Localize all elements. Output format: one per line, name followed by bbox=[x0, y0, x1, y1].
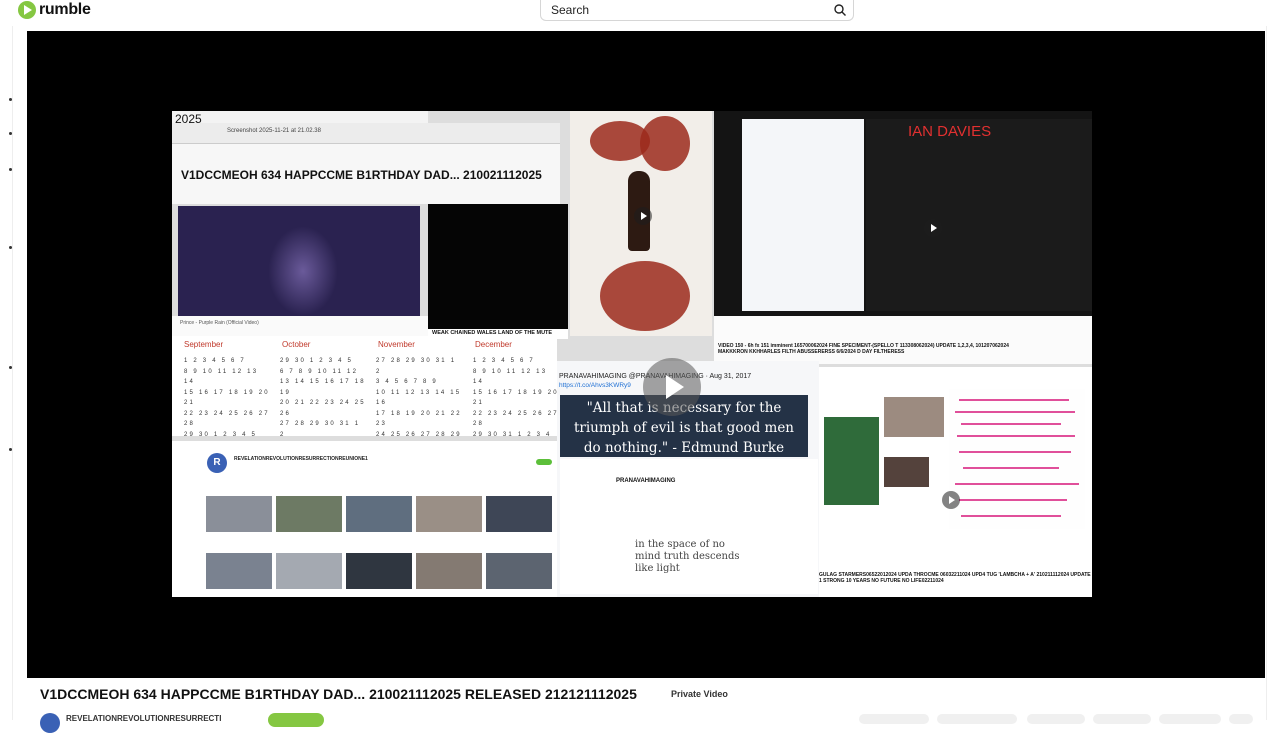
portrait-photo bbox=[884, 397, 944, 437]
performer-silhouette bbox=[268, 226, 338, 316]
pink-text-line bbox=[957, 435, 1075, 437]
tweet-link: https://t.co/Ahvs3KWRy9 bbox=[559, 382, 631, 389]
preview-toolbar: Screenshot 2025-11-21 at 21.02.38 bbox=[172, 123, 560, 144]
art-photo-panel bbox=[570, 111, 712, 336]
music-video-still bbox=[178, 206, 420, 316]
profile-name: PRANAVAHIMAGING bbox=[616, 478, 676, 484]
video-meta-title: Prince - Purple Rain (Official Video) bbox=[180, 320, 259, 326]
play-icon bbox=[634, 207, 652, 225]
pink-notes-document bbox=[949, 389, 1085, 529]
channel-page-panel: R REVELATIONREVOLUTIONRESURRECTIONREUNIO… bbox=[172, 441, 557, 597]
calendar-grid-december: 1 2 3 4 5 6 78 9 10 11 12 13 14 15 16 17 … bbox=[473, 358, 557, 436]
rumble-play-icon bbox=[18, 1, 36, 19]
top-bar: rumble bbox=[0, 0, 1280, 26]
post-screenshot bbox=[742, 119, 864, 311]
rumble-logo[interactable]: rumble bbox=[18, 0, 91, 20]
search-input[interactable] bbox=[541, 3, 831, 17]
big-play-button-icon[interactable] bbox=[643, 358, 701, 416]
video-player[interactable]: 2025 Screenshot 2025-11-21 at 21.02.38 V… bbox=[27, 31, 1265, 678]
pink-text-line bbox=[955, 483, 1079, 485]
portrait-photo bbox=[884, 457, 929, 487]
pink-text-line bbox=[959, 399, 1069, 401]
pink-text-line bbox=[961, 515, 1061, 517]
left-sidebar bbox=[0, 26, 13, 720]
annotated-collage: IAN DAVIES bbox=[866, 119, 1092, 311]
share-button[interactable] bbox=[937, 714, 1017, 724]
title-banner-panel: V1DCCMEOH 634 HAPPCCME B1RTHDAY DAD... 2… bbox=[172, 144, 560, 204]
channel-thumbnail bbox=[276, 553, 342, 589]
channel-header-name: REVELATIONREVOLUTIONRESURRECTIONREUNIONE… bbox=[234, 456, 368, 462]
title-banner: V1DCCMEOH 634 HAPPCCME B1RTHDAY DAD... 2… bbox=[181, 168, 542, 182]
news-screens-panel: IAN DAVIES bbox=[714, 111, 1092, 316]
pink-text-line bbox=[963, 467, 1059, 469]
video150-caption: VIDEO 150 - 6h fx 151 imminent 165700062… bbox=[718, 343, 1009, 355]
channel-thumbnail bbox=[416, 496, 482, 532]
channel-thumbnail bbox=[486, 496, 552, 532]
subscribe-pill bbox=[536, 459, 552, 465]
channel-thumbnail bbox=[276, 496, 342, 532]
right-scroll-area[interactable] bbox=[1266, 26, 1280, 720]
embed-button[interactable] bbox=[1027, 714, 1085, 724]
dark-panel bbox=[428, 204, 568, 339]
channel-thumbnail bbox=[346, 496, 412, 532]
calendar-month: October bbox=[282, 340, 311, 349]
calendar-month: December bbox=[475, 340, 512, 349]
rail-marker bbox=[9, 168, 12, 171]
save-button[interactable] bbox=[1093, 714, 1151, 724]
calendar-grid-november: 27 28 29 30 31 1 23 4 5 6 7 8 9 10 11 12 … bbox=[376, 358, 462, 436]
channel-thumbnail bbox=[486, 553, 552, 589]
calendar-month: September bbox=[184, 340, 224, 349]
video-info: V1DCCMEOH 634 HAPPCCME B1RTHDAY DAD... 2… bbox=[27, 678, 1265, 733]
screenshot-filename: Screenshot 2025-11-21 at 21.02.38 bbox=[227, 128, 321, 134]
rail-marker bbox=[9, 366, 12, 369]
rail-marker bbox=[9, 132, 12, 135]
documentary-cover bbox=[824, 417, 879, 505]
channel-avatar-icon: R bbox=[207, 453, 227, 473]
channel-avatar[interactable] bbox=[40, 713, 60, 733]
report-button[interactable] bbox=[1159, 714, 1221, 724]
vote-buttons[interactable] bbox=[859, 714, 929, 724]
video-meta-bar: Prince - Purple Rain (Official Video) bbox=[172, 316, 428, 336]
channel-name-link[interactable]: REVELATIONREVOLUTIONRESURRECTI bbox=[66, 714, 221, 723]
channel-thumbnail bbox=[416, 553, 482, 589]
rail-marker bbox=[9, 98, 12, 101]
rail-marker bbox=[9, 246, 12, 249]
pink-text-line bbox=[955, 411, 1075, 413]
quote2-text: in the space of no mind truth descends l… bbox=[635, 539, 740, 574]
lower-right-panel: GULAG STARMERS06522012024 UPDA THROCME 0… bbox=[819, 367, 1092, 597]
pink-text-line bbox=[961, 423, 1061, 425]
channel-thumbnail bbox=[346, 553, 412, 589]
channel-thumbnail bbox=[206, 553, 272, 589]
more-options-button[interactable] bbox=[1229, 714, 1253, 724]
calendar-grid-september: 1 2 3 4 5 6 78 9 10 11 12 13 14 15 16 17 … bbox=[184, 358, 270, 436]
video-frame-collage: 2025 Screenshot 2025-11-21 at 21.02.38 V… bbox=[172, 111, 1092, 597]
calendar-grid-october: 29 30 1 2 3 4 56 7 8 9 10 11 12 13 14 15 … bbox=[280, 358, 366, 436]
private-video-badge: Private Video bbox=[671, 689, 728, 699]
play-icon bbox=[942, 491, 960, 509]
logo-text: rumble bbox=[39, 1, 91, 18]
video-title: V1DCCMEOH 634 HAPPCCME B1RTHDAY DAD... 2… bbox=[40, 686, 637, 702]
pink-text-line bbox=[959, 499, 1067, 501]
search-box[interactable] bbox=[540, 0, 854, 21]
channel-thumbnail bbox=[206, 496, 272, 532]
search-icon[interactable] bbox=[833, 3, 847, 17]
play-icon bbox=[924, 219, 942, 237]
calendar-panel: September October November December 1 2 … bbox=[172, 336, 557, 436]
follow-button[interactable] bbox=[268, 713, 324, 727]
pink-text-line bbox=[959, 451, 1071, 453]
rail-marker bbox=[9, 448, 12, 451]
video150-caption-panel: VIDEO 150 - 6h fx 151 imminent 165700062… bbox=[714, 316, 1092, 364]
calendar-month: November bbox=[378, 340, 415, 349]
paint-splash bbox=[600, 261, 690, 331]
paint-splash bbox=[640, 116, 690, 171]
handwritten-note: IAN DAVIES bbox=[908, 123, 992, 140]
lower-caption: GULAG STARMERS06522012024 UPDA THROCME 0… bbox=[819, 572, 1091, 584]
